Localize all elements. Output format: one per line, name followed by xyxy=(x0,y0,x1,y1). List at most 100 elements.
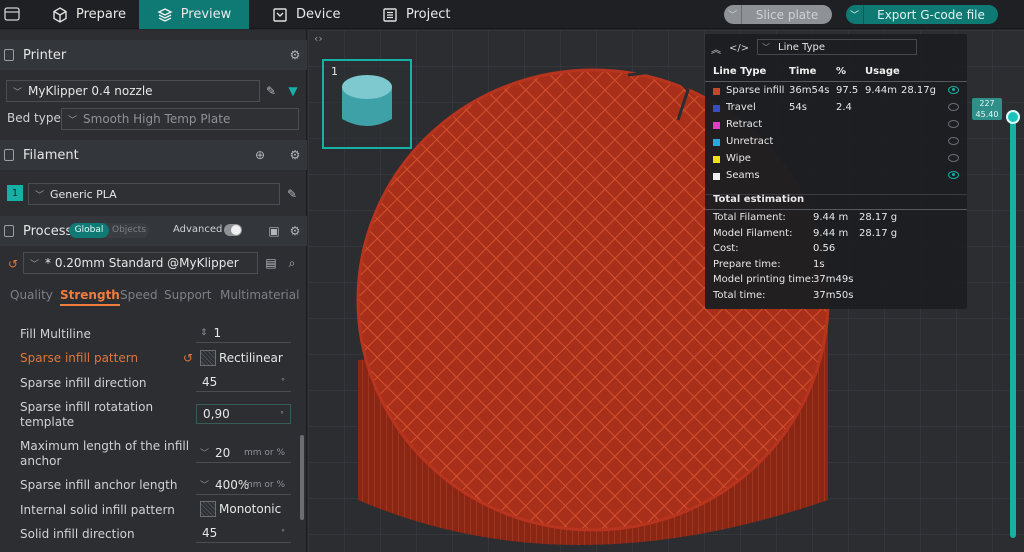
chevron-down-icon: ﹀ xyxy=(200,449,210,459)
legend-length: 9.44m xyxy=(865,85,898,96)
fill-multiline-input[interactable]: ⇕ 1 xyxy=(196,323,291,343)
eye-icon[interactable] xyxy=(948,171,959,179)
view-type-select[interactable]: ﹀ Line Type xyxy=(757,39,917,55)
edit-icon[interactable]: ✎ xyxy=(263,83,279,99)
degree-unit-icon: ° xyxy=(281,377,285,386)
degree-unit-icon: ° xyxy=(281,528,285,537)
solid-direction-input[interactable]: 45 ° xyxy=(196,523,291,543)
rotation-template-input[interactable]: 0,90 ° xyxy=(196,404,291,424)
tab-preview-label: Preview xyxy=(180,7,232,22)
eye-icon[interactable] xyxy=(948,120,959,128)
printer-select[interactable]: ﹀ MyKlipper 0.4 nozzle xyxy=(6,80,260,102)
monitor-icon xyxy=(273,7,287,22)
export-gcode-button[interactable]: ﹀ Export G-code file xyxy=(846,5,998,24)
setting-label: anchor xyxy=(20,454,62,468)
advanced-switch[interactable] xyxy=(224,224,242,236)
layers-icon xyxy=(157,7,173,22)
legend-time: 54s xyxy=(789,102,807,113)
legend-swatch xyxy=(713,88,720,95)
view-type-value: Line Type xyxy=(778,41,825,53)
anchor-max-input[interactable]: ﹀ 20 mm or % xyxy=(196,443,291,463)
total-value: 37m49s xyxy=(813,274,854,285)
sliders-icon[interactable]: ⚙ xyxy=(287,47,303,63)
legend-name: Travel xyxy=(726,102,756,113)
legend-row[interactable]: Wipe xyxy=(713,153,963,167)
toggle-objects[interactable]: Objects xyxy=(112,223,146,238)
sliders-icon[interactable]: ⚙ xyxy=(287,223,303,239)
total-value: 9.44 m xyxy=(813,227,849,239)
chevron-down-icon: ﹀ xyxy=(68,115,78,126)
field-value: 45 xyxy=(202,374,218,389)
column-header: Time xyxy=(789,66,817,77)
eye-icon[interactable] xyxy=(948,154,959,162)
wifi-icon[interactable]: ▼ xyxy=(285,83,301,99)
subtab-quality[interactable]: Quality xyxy=(10,288,53,302)
collapse-sidebar-icon[interactable]: ‹› xyxy=(314,32,323,45)
anchor-length-input[interactable]: ﹀ 400% mm or % xyxy=(196,475,291,495)
tab-project-label: Project xyxy=(406,7,451,22)
slice-plate-button[interactable]: ﹀ Slice plate xyxy=(724,5,832,24)
sparse-direction-input[interactable]: 45 ° xyxy=(196,372,291,392)
legend-row[interactable]: Seams xyxy=(713,170,963,184)
process-section-header[interactable]: Process xyxy=(0,216,307,246)
legend-swatch xyxy=(713,173,720,180)
layer-slider-handle[interactable] xyxy=(1006,110,1020,124)
settings-sidebar: Printer ⚙ ﹀ MyKlipper 0.4 nozzle ✎ ▼ Bed… xyxy=(0,30,307,552)
layer-slider[interactable] xyxy=(1010,118,1016,538)
filament-select[interactable]: ﹀ Generic PLA xyxy=(28,183,280,205)
legend-row[interactable]: Retract xyxy=(713,119,963,133)
field-value: 0,90 xyxy=(203,407,230,421)
unit-label: mm or % xyxy=(243,479,285,490)
subtab-support[interactable]: Support xyxy=(164,288,211,302)
legend-swatch xyxy=(713,139,720,146)
chevron-down-icon[interactable]: ﹀ xyxy=(846,5,864,24)
internal-pattern-select[interactable]: Monotonic xyxy=(196,499,291,519)
legend-weight: 28.17g xyxy=(901,85,936,96)
export-gcode-label: Export G-code file xyxy=(877,7,985,22)
total-value: 9.44 m xyxy=(813,212,849,223)
subtab-speed[interactable]: Speed xyxy=(120,288,158,302)
tab-preview[interactable]: Preview xyxy=(139,0,249,29)
collapse-legend-icon[interactable]: ︽ xyxy=(711,41,721,56)
toggle-global[interactable]: Global xyxy=(69,223,109,238)
legend-name: Sparse infill xyxy=(726,85,785,96)
save-icon[interactable]: ▤ xyxy=(263,255,279,271)
tab-project[interactable]: Project xyxy=(382,0,477,29)
eye-icon[interactable] xyxy=(948,103,959,111)
chevron-down-icon[interactable]: ﹀ xyxy=(724,5,742,24)
code-icon[interactable]: </> xyxy=(729,43,749,54)
compare-icon[interactable]: ▣ xyxy=(266,223,282,239)
unit-label: mm or % xyxy=(243,447,285,458)
sliders-icon[interactable]: ⚙ xyxy=(287,147,303,163)
search-icon[interactable]: ⌕ xyxy=(284,255,300,271)
legend-row[interactable]: Travel 54s 2.4 xyxy=(713,102,963,116)
legend-row[interactable]: Unretract xyxy=(713,136,963,150)
subtab-strength[interactable]: Strength xyxy=(60,288,120,306)
subtab-multimaterial[interactable]: Multimaterial xyxy=(220,288,299,302)
tab-device[interactable]: Device xyxy=(272,0,367,29)
printer-icon xyxy=(4,49,14,61)
settings-scrollbar[interactable] xyxy=(300,435,304,520)
process-preset-select[interactable]: ﹀ * 0.20mm Standard @MyKlipper xyxy=(23,252,258,274)
rectilinear-pattern-icon xyxy=(200,350,216,366)
plate-thumbnail[interactable]: 1 xyxy=(322,59,412,149)
add-filament-icon[interactable]: ⊕ xyxy=(252,147,268,163)
sparse-pattern-select[interactable]: Rectilinear xyxy=(196,348,291,368)
eye-icon[interactable] xyxy=(948,86,959,94)
edit-icon[interactable]: ✎ xyxy=(284,186,300,202)
legend-divider xyxy=(705,209,967,210)
total-label: Total Filament: xyxy=(713,212,786,223)
logo-icon[interactable] xyxy=(4,7,20,21)
printer-section-header[interactable]: Printer xyxy=(0,40,307,70)
global-objects-toggle[interactable]: Global Objects xyxy=(69,223,149,238)
eye-icon[interactable] xyxy=(948,137,959,145)
bed-type-value: Smooth High Temp Plate xyxy=(83,112,231,126)
bed-type-select[interactable]: ﹀ Smooth High Temp Plate xyxy=(61,108,299,130)
legend-row[interactable]: Sparse infill 36m54s 97.5 9.44m 28.17g xyxy=(713,85,963,99)
tab-prepare[interactable]: Prepare xyxy=(40,0,138,29)
reset-icon[interactable]: ↺ xyxy=(180,350,196,366)
filament-index-badge[interactable]: 1 xyxy=(7,185,23,201)
field-value: 20 xyxy=(215,445,231,460)
printer-name: MyKlipper 0.4 nozzle xyxy=(28,84,153,98)
reset-icon[interactable]: ↺ xyxy=(5,256,21,272)
